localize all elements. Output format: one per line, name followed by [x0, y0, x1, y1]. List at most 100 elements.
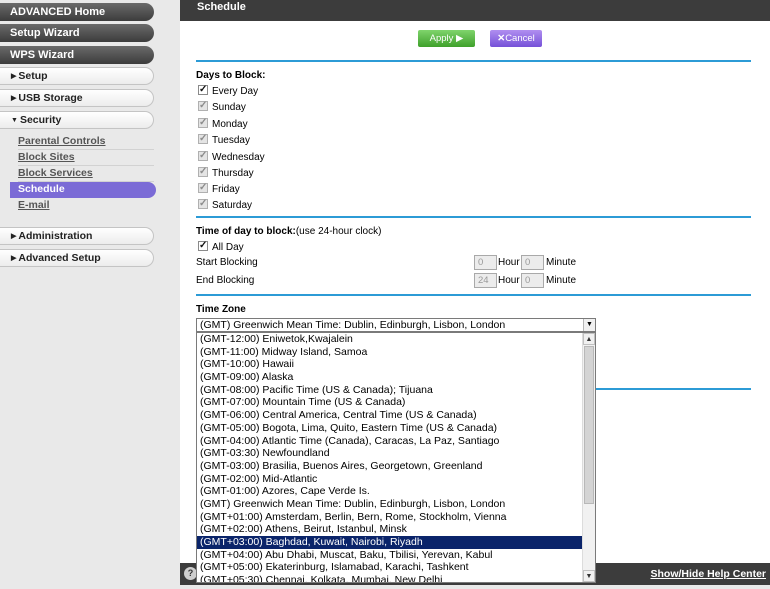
hour-unit-label: Hour	[498, 257, 520, 268]
sidebar-item-advanced-setup[interactable]: ▶ Advanced Setup	[0, 249, 154, 267]
day-label: Thursday	[212, 168, 254, 179]
day-label: Wednesday	[212, 152, 265, 163]
time-zone-select[interactable]: (GMT) Greenwich Mean Time: Dublin, Edinb…	[196, 318, 596, 332]
time-zone-option[interactable]: (GMT-09:00) Alaska	[197, 371, 582, 384]
time-zone-option[interactable]: (GMT-11:00) Midway Island, Samoa	[197, 346, 582, 359]
time-zone-option[interactable]: (GMT-04:00) Atlantic Time (Canada), Cara…	[197, 435, 582, 448]
time-zone-option[interactable]: (GMT-06:00) Central America, Central Tim…	[197, 409, 582, 422]
sidebar-item-label: Security	[19, 114, 62, 126]
time-zone-option[interactable]: (GMT-03:30) Newfoundland	[197, 447, 582, 460]
day-checkbox	[198, 149, 208, 162]
start-blocking-label: Start Blocking	[196, 257, 258, 268]
time-zone-selected-value: (GMT) Greenwich Mean Time: Dublin, Edinb…	[200, 319, 506, 331]
time-zone-option[interactable]: (GMT-01:00) Azores, Cape Verde Is.	[197, 485, 582, 498]
day-checkbox	[198, 165, 208, 178]
sidebar-item-email[interactable]: E-mail	[18, 198, 154, 214]
time-zone-dropdown-list[interactable]: (GMT-12:00) Eniwetok,Kwajalein (GMT-11:00…	[196, 332, 596, 583]
dropdown-scrollbar[interactable]: ▲ ▼	[582, 333, 595, 582]
day-checkbox-row: Thursday	[198, 165, 254, 180]
day-label: Friday	[212, 184, 240, 195]
time-zone-options: (GMT-12:00) Eniwetok,Kwajalein (GMT-11:00…	[197, 333, 582, 582]
setup-wizard-button[interactable]: Setup Wizard	[0, 24, 154, 42]
scrollbar-thumb[interactable]	[584, 346, 594, 504]
sidebar-item-label: Setup	[18, 70, 48, 82]
time-zone-option[interactable]: (GMT-08:00) Pacific Time (US & Canada); …	[197, 384, 582, 397]
minute-unit-label: Minute	[546, 275, 577, 286]
sidebar-item-label: Administration	[18, 230, 93, 242]
time-zone-option[interactable]: (GMT-07:00) Mountain Time (US & Canada)	[197, 396, 582, 409]
time-zone-option[interactable]: (GMT+05:00) Ekaterinburg, Islamabad, Kar…	[197, 561, 582, 574]
time-zone-option[interactable]: (GMT+01:00) Amsterdam, Berlin, Bern, Rom…	[197, 511, 582, 524]
caret-right-icon: ▶	[11, 95, 17, 102]
close-icon: ✕	[497, 33, 506, 44]
time-zone-option[interactable]: (GMT-10:00) Hawaii	[197, 358, 582, 371]
sidebar-item-schedule[interactable]: Schedule	[10, 182, 156, 198]
apply-button[interactable]: Apply ▶	[418, 30, 475, 47]
time-zone-option[interactable]: (GMT+04:00) Abu Dhabi, Muscat, Baku, Tbi…	[197, 549, 582, 562]
caret-down-icon: ▼	[11, 117, 18, 124]
day-checkbox	[198, 99, 208, 112]
all-day-label: All Day	[212, 242, 244, 253]
day-checkbox-row: Tuesday	[198, 132, 250, 147]
day-checkbox-row: Saturday	[198, 197, 253, 212]
caret-right-icon: ▶	[11, 233, 17, 240]
sidebar-item-usb-storage[interactable]: ▶ USB Storage	[0, 89, 154, 107]
divider	[196, 294, 751, 296]
cancel-button[interactable]: ✕Cancel	[490, 30, 542, 47]
time-title-text: Time of day to block:	[196, 226, 296, 237]
advanced-home-button[interactable]: ADVANCED Home	[0, 3, 154, 21]
sidebar-item-label: Advanced Setup	[18, 252, 101, 264]
end-minute-field: 0	[521, 273, 544, 288]
time-zone-option[interactable]: (GMT-12:00) Eniwetok,Kwajalein	[197, 333, 582, 346]
scroll-down-arrow-icon[interactable]: ▼	[583, 570, 595, 582]
time-title-note: (use 24-hour clock)	[295, 226, 382, 237]
sidebar-item-block-services[interactable]: Block Services	[18, 166, 154, 182]
every-day-checkbox[interactable]	[198, 83, 208, 96]
day-checkbox-row: Monday	[198, 116, 248, 131]
time-zone-option[interactable]: (GMT+05:30) Chennai, Kolkata, Mumbai, Ne…	[197, 574, 582, 582]
day-label: Monday	[212, 119, 248, 130]
every-day-checkbox-row[interactable]: Every Day	[198, 83, 259, 98]
chevron-down-icon[interactable]: ▼	[583, 319, 595, 331]
day-checkbox	[198, 132, 208, 145]
time-zone-option[interactable]: (GMT) Greenwich Mean Time: Dublin, Edinb…	[197, 498, 582, 511]
sidebar-item-setup[interactable]: ▶ Setup	[0, 67, 154, 85]
day-checkbox-row: Sunday	[198, 99, 246, 114]
minute-unit-label: Minute	[546, 257, 577, 268]
days-to-block-title: Days to Block:	[196, 70, 266, 81]
sidebar-item-block-sites[interactable]: Block Sites	[18, 150, 154, 166]
day-checkbox-row: Wednesday	[198, 149, 265, 164]
day-checkbox	[198, 181, 208, 194]
day-label: Sunday	[212, 102, 246, 113]
cancel-label: Cancel	[505, 33, 535, 44]
sidebar-item-administration[interactable]: ▶ Administration	[0, 227, 154, 245]
time-zone-option[interactable]: (GMT-03:00) Brasilia, Buenos Aires, Geor…	[197, 460, 582, 473]
sidebar: ADVANCED Home Setup Wizard WPS Wizard ▶ S…	[0, 0, 176, 589]
end-hour-field: 24	[474, 273, 497, 288]
end-blocking-label: End Blocking	[196, 275, 255, 286]
divider	[196, 60, 751, 62]
sidebar-item-label: USB Storage	[18, 92, 83, 104]
day-checkbox	[198, 116, 208, 129]
every-day-label: Every Day	[212, 86, 259, 97]
time-zone-option[interactable]: (GMT+02:00) Athens, Beirut, Istanbul, Mi…	[197, 523, 582, 536]
show-hide-help-center-link[interactable]: Show/Hide Help Center	[650, 568, 766, 580]
all-day-checkbox-row[interactable]: All Day	[198, 239, 244, 254]
scroll-up-arrow-icon[interactable]: ▲	[583, 333, 595, 345]
day-checkbox-row: Friday	[198, 181, 240, 196]
start-minute-field: 0	[521, 255, 544, 270]
time-zone-option[interactable]: (GMT-02:00) Mid-Atlantic	[197, 473, 582, 486]
time-zone-option[interactable]: (GMT-05:00) Bogota, Lima, Quito, Eastern…	[197, 422, 582, 435]
hour-unit-label: Hour	[498, 275, 520, 286]
all-day-checkbox[interactable]	[198, 239, 208, 252]
sidebar-item-parental-controls[interactable]: Parental Controls	[18, 134, 154, 150]
time-of-day-title: Time of day to block:(use 24-hour clock)	[196, 226, 381, 237]
day-checkbox	[198, 197, 208, 210]
caret-right-icon: ▶	[11, 255, 17, 262]
wps-wizard-button[interactable]: WPS Wizard	[0, 46, 154, 64]
day-label: Saturday	[212, 200, 253, 211]
start-hour-field: 0	[474, 255, 497, 270]
sidebar-item-security[interactable]: ▼ Security	[0, 111, 154, 129]
caret-right-icon: ▶	[11, 73, 17, 80]
time-zone-option[interactable]: (GMT+03:00) Baghdad, Kuwait, Nairobi, Ri…	[197, 536, 582, 549]
